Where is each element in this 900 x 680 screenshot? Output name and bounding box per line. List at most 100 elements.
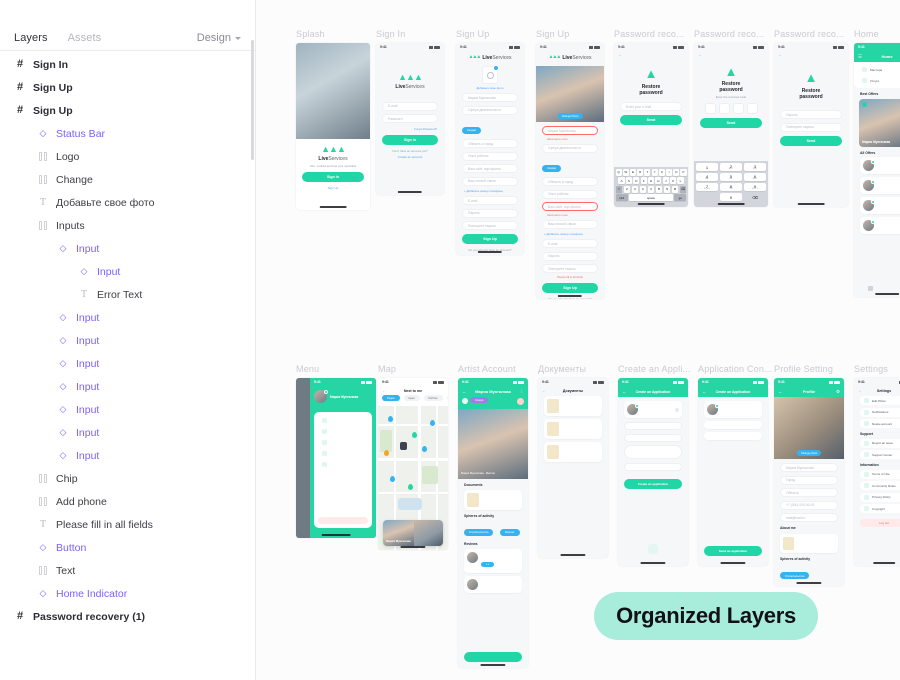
phone-frame[interactable]: 9:41 ▲▲▲ LiveServices Добавьте свое фото… [456, 43, 524, 255]
password-field[interactable]: Password [382, 114, 438, 123]
key-l[interactable]: L [677, 177, 684, 185]
review-card[interactable] [464, 575, 522, 593]
settings-item[interactable]: Report an issue› [860, 438, 900, 448]
add-phone-link[interactable]: + Добавить номер телефона [544, 232, 604, 236]
filter-chip[interactable]: Рейтинг [423, 395, 443, 401]
key-3[interactable]: 3 DEF [744, 163, 766, 171]
menu-item[interactable] [318, 460, 368, 469]
logout-button[interactable]: Log out [860, 519, 900, 527]
key-s[interactable]: S [625, 177, 633, 185]
phone-frame[interactable]: 9:41 ← ▲ Restore password Enter your e-m… [614, 43, 688, 207]
sidebar-scrollbar[interactable] [251, 40, 254, 160]
signup-button[interactable]: Sign Up [542, 282, 598, 293]
sphere-chip[interactable]: Строительство [780, 572, 810, 579]
backspace-icon[interactable]: ⌫ [744, 193, 766, 201]
map-pin[interactable] [388, 416, 393, 422]
layer-row-password-recovery-1[interactable]: # Password recovery (1) [0, 605, 255, 628]
key-7[interactable]: 7 PQRS [696, 183, 718, 191]
settings-item[interactable]: Terms of Use› [860, 469, 900, 479]
profile-phone-field[interactable]: +7 (000) 000-00-00 [780, 500, 838, 510]
menu-item-masters[interactable]: Мастера [858, 65, 900, 74]
applicant-card[interactable] [704, 401, 762, 418]
layer-row-input[interactable]: ◇ Input [0, 421, 255, 444]
menu-item-services[interactable]: Услуги [858, 76, 900, 85]
profile-city-field[interactable]: Город [780, 475, 838, 485]
numeric-keypad[interactable]: 1 2 ABC 3 DEF 4 GHI 5 JKL 6 MNO 7 PQRS 8 TUV 9W… [694, 161, 768, 207]
attachment-icon[interactable] [648, 544, 658, 554]
send-button[interactable]: Send [620, 115, 682, 125]
key-f[interactable]: F [640, 177, 647, 185]
key-v[interactable]: V [647, 185, 655, 193]
document-card[interactable] [544, 419, 602, 439]
back-icon[interactable]: ← [702, 389, 707, 394]
layer-row-please-fill-in-all-fields[interactable]: T Please fill in all fields [0, 513, 255, 536]
layer-row-input[interactable]: ◇ Input [0, 444, 255, 467]
contact-button[interactable] [464, 652, 522, 662]
phone-frame[interactable]: 9:41 ▲▲▲ LiveServices Change Photo Мария… [536, 43, 604, 299]
key-b[interactable]: B [655, 185, 663, 193]
layer-row-change[interactable]: Change [0, 168, 255, 191]
back-icon[interactable]: ← [462, 389, 467, 394]
otp-digit[interactable] [704, 103, 716, 114]
menu-icon[interactable]: ☰ [858, 54, 862, 60]
key-a[interactable]: A [618, 177, 625, 185]
profile-region-field[interactable]: Область [780, 488, 838, 497]
offer-row[interactable] [860, 157, 900, 174]
settings-icon[interactable]: ⚙ [836, 389, 840, 395]
map-pin-avatar[interactable] [400, 442, 407, 450]
email-field[interactable]: E-mail [382, 101, 438, 111]
key-space[interactable]: space [629, 194, 673, 202]
email-field[interactable]: E-mail [462, 196, 518, 205]
site-field[interactable]: Ваш сайт, портфолио [542, 202, 598, 211]
favorite-icon[interactable] [517, 397, 524, 405]
key-h[interactable]: H [655, 177, 662, 185]
layer-row-input[interactable]: ◇ Input [0, 398, 255, 421]
key-r[interactable]: R [637, 168, 644, 176]
key-d[interactable]: D [633, 177, 640, 185]
send-button[interactable]: Send [700, 118, 762, 128]
artboard-password-recovery-3[interactable]: Password reco... 9:41 ← ▲ Restore passwo… [774, 29, 848, 207]
layer-row-добавьте-свое-фото[interactable]: T Добавьте свое фото [0, 191, 255, 214]
add-photo-label[interactable]: Добавьте свое фото [462, 86, 518, 90]
tab-home-icon[interactable] [868, 286, 873, 291]
artboard-profile-setting[interactable]: Profile Setting 9:41 ← Profile ⚙ Change … [774, 364, 844, 586]
key-e[interactable]: E [629, 168, 636, 176]
profile-email-field[interactable]: mail@mail.ru [780, 513, 838, 522]
artboard-map[interactable]: Map 9:41 ← Next to me Рядом Цена Рейтинг… [378, 364, 448, 550]
app-field[interactable] [624, 422, 682, 430]
layer-row-error-text[interactable]: T Error Text [0, 283, 255, 306]
artboard-password-recovery-2[interactable]: Password reco... 9:41 ← ▲ Restore passwo… [694, 29, 768, 207]
layer-row-sign-up[interactable]: # Sign Up [0, 99, 255, 122]
artboard-artist-account[interactable]: Artist Account 9:41 ← Мария Мунгалова ⋮ … [458, 364, 528, 668]
key-u[interactable]: U [658, 168, 665, 176]
backspace-icon[interactable]: ⌫ [679, 185, 687, 193]
chip[interactable]: Скидки [542, 164, 562, 172]
layer-row-add-phone[interactable]: Add phone [0, 490, 255, 513]
repeat-password-field[interactable]: Повторите пароль [780, 122, 842, 132]
artboard-signup-errors[interactable]: Sign Up 9:41 ▲▲▲ LiveServices Change Pho… [536, 29, 604, 299]
settings-item[interactable]: Copyright› [860, 504, 900, 513]
change-photo-button[interactable]: Change photo [796, 450, 822, 456]
password-field[interactable]: Пароль [542, 251, 598, 261]
settings-item[interactable]: Notifications› [860, 407, 900, 417]
share-icon[interactable]: ⋮ [520, 389, 525, 395]
create-account-link[interactable]: Create an account [376, 155, 444, 159]
artboard-documents[interactable]: Документы 9:41 ← Документы [538, 364, 608, 558]
layer-row-input[interactable]: ◇ Input [0, 329, 255, 352]
name-field[interactable]: Мария Мунгалова [542, 126, 598, 135]
phone-frame[interactable]: 9:41 ← ▲ Restore password Enter the rece… [694, 43, 768, 207]
experience-field[interactable]: Опыт работы [462, 151, 518, 161]
sphere-field[interactable]: Сфера деятельности [542, 143, 598, 153]
settings-item[interactable]: Privacy Policy› [860, 492, 900, 502]
layer-row-input[interactable]: ◇ Input [0, 306, 255, 329]
key-8[interactable]: 8 TUV [720, 183, 742, 191]
close-icon[interactable] [675, 407, 679, 412]
artboard-splash[interactable]: Splash ▲▲▲ LiveServices Hire, verified a… [296, 29, 370, 210]
layer-row-sign-up[interactable]: # Sign Up [0, 76, 255, 99]
create-application-button[interactable]: Create an application [624, 478, 682, 489]
phone-frame[interactable]: 9:41 Мария Мунгалова [296, 378, 376, 538]
layer-row-input[interactable]: ◇ Input [0, 352, 255, 375]
shift-icon[interactable]: ⇧ [615, 185, 623, 193]
key-x[interactable]: X [631, 185, 639, 193]
key-5[interactable]: 5 JKL [720, 173, 742, 181]
